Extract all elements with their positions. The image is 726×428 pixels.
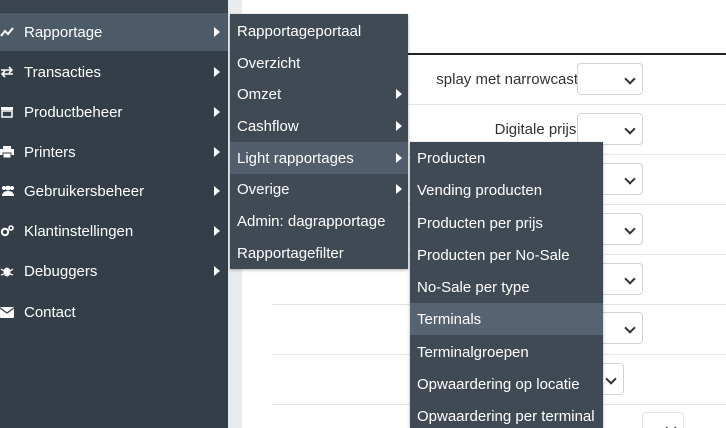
chevron-right-icon <box>396 153 402 163</box>
light-rapportages-submenu: Producten Vending producten Producten pe… <box>410 142 603 428</box>
chevron-right-icon <box>396 121 402 131</box>
prijslijst-select[interactable] <box>577 113 643 145</box>
sidebar-item-transacties[interactable]: Transacties <box>0 53 228 91</box>
chevron-right-icon <box>214 186 220 196</box>
sidebar-item-label: Contact <box>24 303 76 321</box>
menu-item-label: Rapportageportaal <box>237 22 362 40</box>
menu-item-overzicht[interactable]: Overzicht <box>230 47 408 79</box>
menu-item-label: Omzet <box>237 85 282 103</box>
menu-item-label: Terminals <box>417 310 482 328</box>
menu-item-label: Cashflow <box>237 117 299 135</box>
sidebar: Rapportage Transacties Productbeheer Pri… <box>0 0 228 428</box>
exchange-icon <box>0 66 24 78</box>
sidebar-item-debuggers[interactable]: Debuggers <box>0 252 228 290</box>
menu-item-cashflow[interactable]: Cashflow <box>230 110 408 142</box>
menu-item-label: Opwaardering per terminal <box>417 407 595 425</box>
sidebar-item-label: Klantinstellingen <box>24 222 134 240</box>
store-icon <box>0 106 24 118</box>
menu-item-vending-producten[interactable]: Vending producten <box>410 174 603 206</box>
chevron-right-icon <box>214 147 220 157</box>
sidebar-item-label: Transacties <box>24 63 101 81</box>
menu-item-rapportageportaal[interactable]: Rapportageportaal <box>230 15 408 47</box>
menu-item-terminals[interactable]: Terminals <box>410 303 603 335</box>
sidebar-item-label: Gebruikersbeheer <box>24 182 145 200</box>
users-icon <box>0 185 24 197</box>
menu-item-opwaardering-per-terminal[interactable]: Opwaardering per terminal <box>410 400 603 428</box>
menu-item-light-rapportages[interactable]: Light rapportages <box>230 142 408 174</box>
menu-item-producten-per-no-sale[interactable]: Producten per No-Sale <box>410 239 603 271</box>
menu-item-label: Opwaardering op locatie <box>417 375 580 393</box>
narrowcasting-select[interactable] <box>577 63 643 95</box>
menu-item-omzet[interactable]: Omzet <box>230 78 408 110</box>
menu-item-label: Overzicht <box>237 54 301 72</box>
menu-item-label: Producten <box>417 149 486 167</box>
sidebar-item-rapportage[interactable]: Rapportage <box>0 13 228 51</box>
chevron-right-icon <box>214 27 220 37</box>
cogs-icon <box>0 225 24 237</box>
menu-item-label: Producten per prijs <box>417 214 543 232</box>
chevron-right-icon <box>214 226 220 236</box>
menu-item-overige[interactable]: Overige <box>230 173 408 205</box>
menu-item-no-sale-per-type[interactable]: No-Sale per type <box>410 271 603 303</box>
sidebar-item-klantinstellingen[interactable]: Klantinstellingen <box>0 212 228 250</box>
rapportage-submenu: Rapportageportaal Overzicht Omzet Cashfl… <box>230 14 408 269</box>
chevron-right-icon <box>214 67 220 77</box>
sidebar-top-strip <box>0 0 228 12</box>
printer-icon <box>0 146 24 158</box>
menu-item-producten-per-prijs[interactable]: Producten per prijs <box>410 207 603 239</box>
menu-item-label: Overige <box>237 180 290 198</box>
menu-item-label: Terminalgroepen <box>417 343 529 361</box>
menu-item-opwaardering-op-locatie[interactable]: Opwaardering op locatie <box>410 368 603 400</box>
form-select[interactable] <box>642 412 684 428</box>
sidebar-item-label: Printers <box>24 143 76 161</box>
sidebar-item-label: Debuggers <box>24 262 98 280</box>
chevron-right-icon <box>396 184 402 194</box>
envelope-icon <box>0 306 24 318</box>
menu-item-terminalgroepen[interactable]: Terminalgroepen <box>410 336 603 368</box>
chart-line-icon <box>0 26 24 38</box>
menu-item-label: Light rapportages <box>237 149 354 167</box>
sidebar-item-printers[interactable]: Printers <box>0 133 228 171</box>
chevron-right-icon <box>396 89 402 99</box>
sidebar-item-contact[interactable]: Contact <box>0 293 228 331</box>
chevron-right-icon <box>214 107 220 117</box>
menu-item-rapportagefilter[interactable]: Rapportagefilter <box>230 237 408 269</box>
sidebar-item-label: Rapportage <box>24 23 103 41</box>
menu-item-label: Admin: dagrapportage <box>237 212 386 230</box>
form-label: splay met narrowcasting <box>436 71 598 88</box>
menu-item-admin-dagrapportage[interactable]: Admin: dagrapportage <box>230 205 408 237</box>
menu-item-label: Vending producten <box>417 181 543 199</box>
sidebar-item-label: Productbeheer <box>24 103 123 121</box>
sidebar-item-gebruikersbeheer[interactable]: Gebruikersbeheer <box>0 172 228 210</box>
menu-item-label: Rapportagefilter <box>237 244 344 262</box>
menu-item-label: No-Sale per type <box>417 278 530 296</box>
menu-item-producten[interactable]: Producten <box>410 142 603 174</box>
chevron-right-icon <box>214 266 220 276</box>
menu-item-label: Producten per No-Sale <box>417 246 570 264</box>
sidebar-item-productbeheer[interactable]: Productbeheer <box>0 93 228 131</box>
bug-icon <box>0 265 24 277</box>
